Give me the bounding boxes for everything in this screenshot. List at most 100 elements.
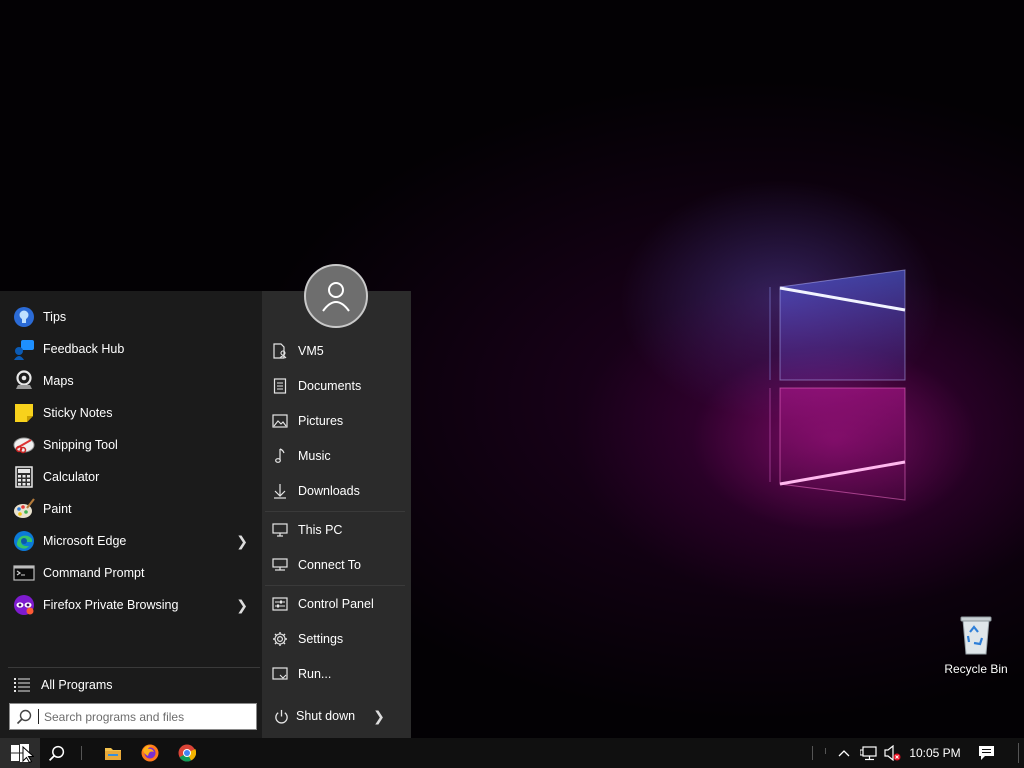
show-hidden-icons-chevron[interactable] [833,738,855,768]
start-menu: Tips Feedback Hub Maps Sticky Notes Snip… [0,291,411,738]
search-icon [10,709,38,725]
windows-logo-wallpaper [769,269,906,501]
user-folder-icon [271,342,289,360]
separator [265,511,405,512]
paint-icon [12,497,36,521]
place-item-pictures[interactable]: Pictures [262,406,411,436]
place-label: Music [298,449,331,463]
program-item-tips[interactable]: Tips [0,301,262,333]
place-label: Documents [298,379,362,393]
place-item-settings[interactable]: Settings [262,624,411,654]
program-label: Snipping Tool [43,438,118,452]
settings-gear-icon [271,630,289,648]
program-label: Maps [43,374,74,388]
notifications-icon[interactable] [972,738,1000,768]
submenu-chevron-icon[interactable]: ❯ [236,533,248,550]
program-item-maps[interactable]: Maps [0,365,262,397]
place-item-connect-to[interactable]: Connect To [262,550,411,580]
edge-icon [12,529,36,553]
search-box[interactable] [9,703,257,730]
program-item-firefox-private[interactable]: Firefox Private Browsing ❯ [0,589,262,621]
start-button[interactable] [0,738,40,768]
connect-to-icon [271,556,289,574]
taskbar-separator [81,746,82,760]
taskbar-file-explorer[interactable] [95,738,131,768]
program-label: Tips [43,310,67,324]
search-icon [48,745,64,761]
place-label: Connect To [298,558,362,572]
search-input[interactable] [44,709,244,724]
sticky-notes-icon [12,401,36,425]
volume-muted-icon[interactable] [880,738,904,768]
taskbar-search-button[interactable] [38,738,74,768]
program-label: Calculator [43,470,100,484]
place-item-documents[interactable]: Documents [262,371,411,401]
program-label: Firefox Private Browsing [43,598,179,612]
run-icon [271,665,289,683]
calculator-icon [12,465,36,489]
place-item-music[interactable]: Music [262,441,411,471]
program-item-command-prompt[interactable]: Command Prompt [0,557,262,589]
program-item-snipping-tool[interactable]: Snipping Tool [0,429,262,461]
taskbar: 10:05 PM [0,738,1024,768]
pictures-icon [271,412,289,430]
mouse-pointer-icon [22,746,34,764]
program-item-paint[interactable]: Paint [0,493,262,525]
place-item-run[interactable]: Run... [262,659,411,689]
recycle-bin-icon [960,616,992,655]
network-icon[interactable] [856,738,880,768]
feedback-hub-icon [12,337,36,361]
taskbar-separator [812,746,813,760]
shutdown-button[interactable]: Shut down ❯ [262,699,411,733]
desktop-icon-recycle-bin[interactable]: Recycle Bin [940,612,1012,676]
maps-icon [12,369,36,393]
submenu-chevron-icon[interactable]: ❯ [236,597,248,614]
program-item-microsoft-edge[interactable]: Microsoft Edge ❯ [0,525,262,557]
place-item-control-panel[interactable]: Control Panel [262,589,411,619]
place-label: Control Panel [298,597,374,611]
snipping-tool-icon [12,433,36,457]
start-menu-programs-pane: Tips Feedback Hub Maps Sticky Notes Snip… [0,291,262,738]
list-icon [14,678,30,692]
program-list: Tips Feedback Hub Maps Sticky Notes Snip… [0,301,262,621]
show-desktop-button[interactable] [1017,738,1019,768]
this-pc-icon [271,521,289,539]
user-avatar[interactable] [304,264,368,328]
program-label: Feedback Hub [43,342,125,356]
place-item-this-pc[interactable]: This PC [262,515,411,545]
place-label: Run... [298,667,332,681]
program-item-sticky-notes[interactable]: Sticky Notes [0,397,262,429]
control-panel-icon [271,595,289,613]
taskbar-chrome[interactable] [169,738,205,768]
taskbar-separator [825,748,826,754]
place-label: Pictures [298,414,344,428]
place-label: VM5 [298,344,324,358]
music-icon [271,447,289,465]
place-label: This PC [298,523,343,537]
program-label: Microsoft Edge [43,534,127,548]
taskbar-firefox[interactable] [132,738,168,768]
place-label: Downloads [298,484,360,498]
place-label: Settings [298,632,344,646]
shutdown-label: Shut down [296,709,356,723]
program-label: Paint [43,502,72,516]
documents-icon [271,377,289,395]
tips-icon [12,305,36,329]
all-programs-button[interactable]: All Programs [0,671,262,699]
program-item-feedback-hub[interactable]: Feedback Hub [0,333,262,365]
separator [8,667,260,668]
place-item-downloads[interactable]: Downloads [262,476,411,506]
all-programs-label: All Programs [41,678,113,692]
program-item-calculator[interactable]: Calculator [0,461,262,493]
folder-icon [105,748,121,760]
power-icon [275,709,288,724]
taskbar-clock[interactable]: 10:05 PM [905,738,965,768]
separator [265,585,405,586]
desktop-icon-label: Recycle Bin [944,662,1008,676]
place-item-vm5[interactable]: VM5 [262,336,411,366]
program-label: Sticky Notes [43,406,113,420]
shutdown-options-chevron-icon[interactable]: ❯ [373,708,385,725]
command-prompt-icon [12,561,36,585]
text-caret [38,709,39,724]
chrome-icon [178,744,196,762]
